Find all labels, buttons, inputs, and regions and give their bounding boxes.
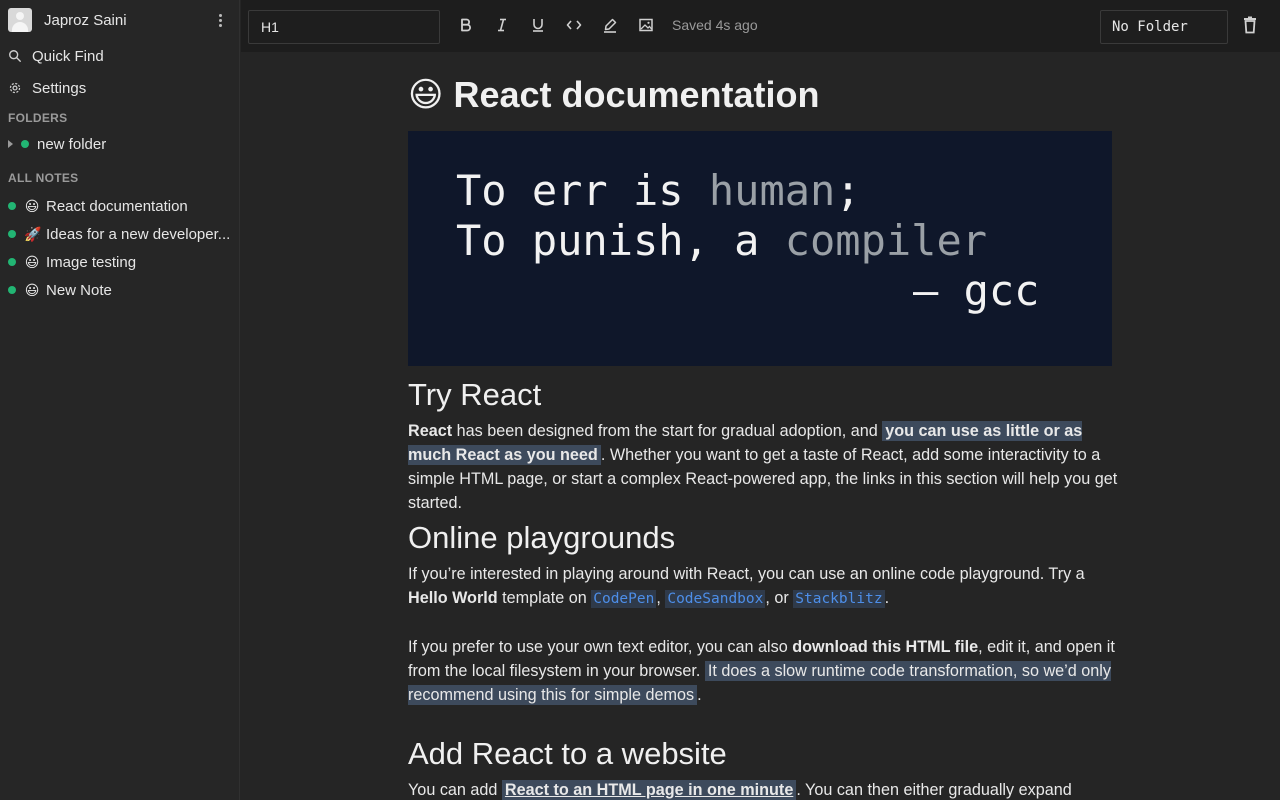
italic-icon <box>498 18 506 32</box>
page-title-text: React documentation <box>453 74 820 115</box>
note-item[interactable]: 😃 New Note <box>8 279 234 301</box>
bold-button[interactable] <box>455 14 477 36</box>
note-editor[interactable]: 😃 React documentation To err is human; T… <box>408 52 1118 800</box>
paragraph: You can add React to an HTML page in one… <box>408 780 1072 800</box>
note-title: React documentation <box>46 197 188 215</box>
heading-add-react: Add React to a website <box>408 736 727 771</box>
heading-online-playgrounds: Online playgrounds <box>408 520 676 555</box>
note-item[interactable]: 🚀 Ideas for a new developer... <box>8 223 234 245</box>
codepen-link[interactable]: CodePen <box>591 590 657 608</box>
page-emoji[interactable]: 😃 <box>408 75 443 115</box>
italic-button[interactable] <box>491 14 513 36</box>
note-title: New Note <box>46 281 112 299</box>
editor-toolbar: H1 Saved 4s ago No Folder <box>241 0 1280 52</box>
all-notes-section-label: ALL NOTES <box>8 171 79 185</box>
note-emoji: 😃 <box>24 253 40 270</box>
saved-status: Saved 4s ago <box>672 17 758 33</box>
sidebar: Japroz Saini Quick Find Settings FOLDERS… <box>0 0 240 800</box>
image-text-line: To err is human; <box>456 166 861 215</box>
underline-icon <box>533 19 543 32</box>
codesandbox-link[interactable]: CodeSandbox <box>665 590 766 608</box>
trash-icon <box>1244 16 1256 34</box>
highlight-button[interactable] <box>599 14 621 36</box>
image-button[interactable] <box>635 14 657 36</box>
html-page-link[interactable]: React to an HTML page in one minute <box>501 780 797 800</box>
avatar <box>8 8 32 32</box>
more-vertical-icon[interactable] <box>212 12 228 28</box>
user-name: Japroz Saini <box>44 11 127 29</box>
settings-button[interactable]: Settings <box>8 76 232 100</box>
code-button[interactable] <box>563 14 585 36</box>
image-text-line: To punish, a compiler <box>456 216 988 265</box>
quick-find-button[interactable]: Quick Find <box>8 44 232 68</box>
quick-find-label: Quick Find <box>32 47 104 65</box>
user-menu-row[interactable]: Japroz Saini <box>8 8 232 32</box>
image-text-line: – gcc <box>913 266 1040 315</box>
note-emoji: 🚀 <box>24 225 42 242</box>
search-icon <box>9 50 21 62</box>
folder-select[interactable]: No Folder <box>1100 10 1228 44</box>
note-title: Image testing <box>46 253 137 271</box>
paragraph: If you’re interested in playing around w… <box>408 565 1085 608</box>
code-icon <box>566 20 582 30</box>
folder-status-dot <box>21 140 29 148</box>
chevron-right-icon[interactable] <box>8 140 13 148</box>
note-status-dot <box>8 202 16 210</box>
underline-button[interactable] <box>527 14 549 36</box>
note-item[interactable]: 😃 React documentation <box>8 195 234 217</box>
paragraph: React has been designed from the start f… <box>408 421 1118 512</box>
folders-section-label: FOLDERS <box>8 111 68 125</box>
folder-name: new folder <box>37 135 107 153</box>
note-item[interactable]: 😃 Image testing <box>8 251 234 273</box>
stackblitz-link[interactable]: Stackblitz <box>793 590 885 608</box>
delete-note-button[interactable] <box>1240 15 1260 35</box>
bold-icon <box>461 18 471 32</box>
image-icon <box>639 18 653 32</box>
page-title[interactable]: 😃 React documentation <box>408 74 820 116</box>
note-status-dot <box>8 258 16 266</box>
note-title: Ideas for a new developer... <box>46 225 231 243</box>
heading-try-react: Try React <box>408 377 542 412</box>
note-emoji: 😃 <box>24 281 40 298</box>
block-type-select[interactable]: H1 <box>248 10 440 44</box>
note-status-dot <box>8 230 16 238</box>
gear-icon <box>9 82 21 94</box>
highlight-icon <box>604 18 617 33</box>
folder-item[interactable]: new folder <box>8 134 232 154</box>
embedded-image[interactable]: To err is human; To punish, a compiler –… <box>408 131 1112 366</box>
paragraph: If you prefer to use your own text edito… <box>408 638 1115 705</box>
note-status-dot <box>8 286 16 294</box>
note-emoji: 😃 <box>24 197 40 214</box>
settings-label: Settings <box>32 79 87 97</box>
